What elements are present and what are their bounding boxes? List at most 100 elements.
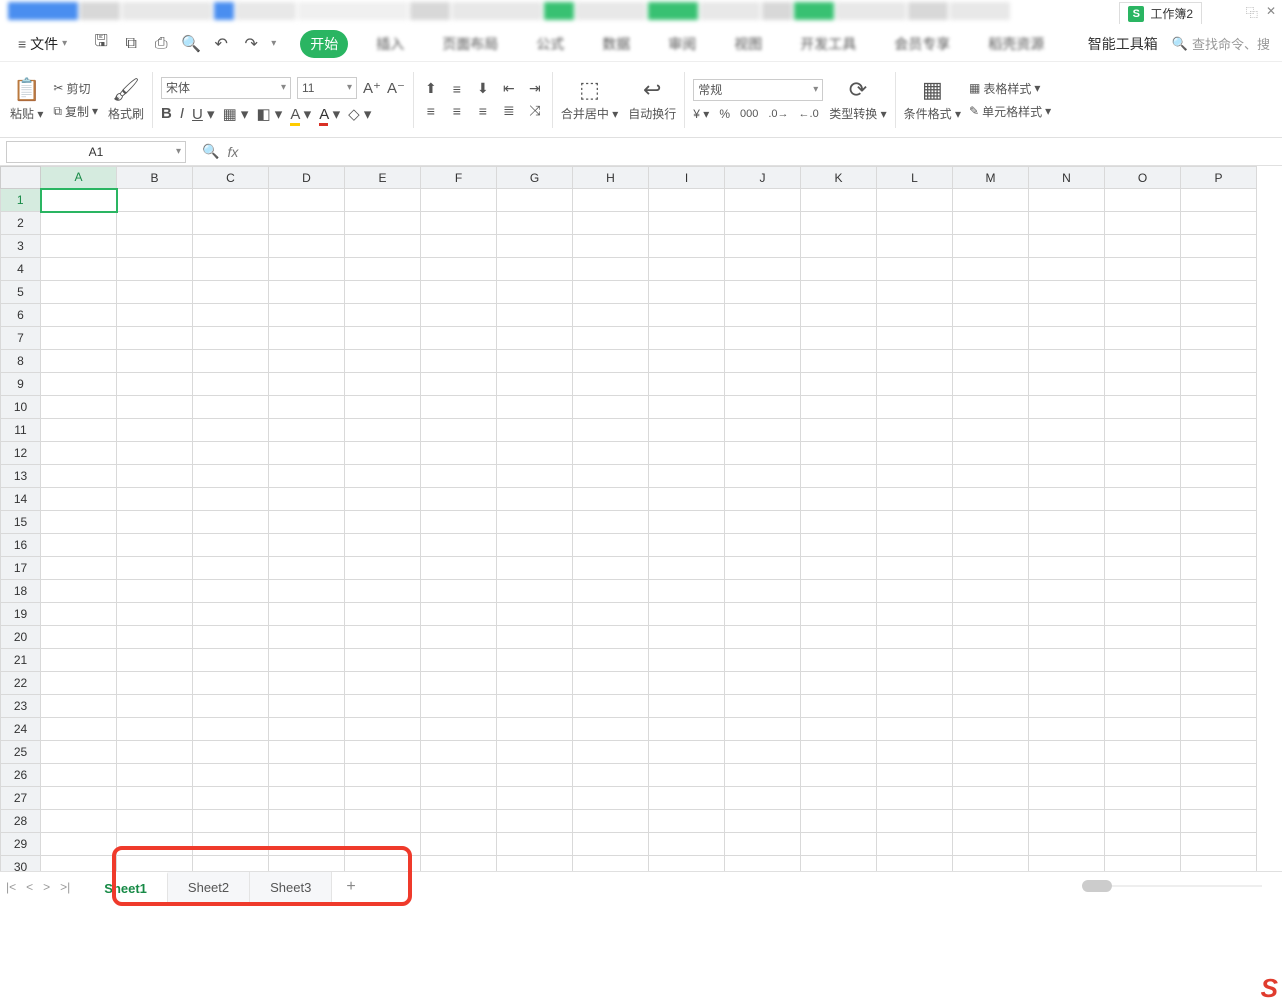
cell[interactable]	[649, 189, 725, 212]
col-header[interactable]: O	[1105, 167, 1181, 189]
cell[interactable]	[1029, 488, 1105, 511]
cell[interactable]	[421, 764, 497, 787]
cell[interactable]	[1029, 764, 1105, 787]
cell[interactable]	[117, 856, 193, 873]
tab-formulas[interactable]: 公式	[526, 30, 574, 58]
number-format-select[interactable]: 常规▾	[693, 79, 823, 101]
cell[interactable]	[421, 189, 497, 212]
cell[interactable]	[345, 396, 421, 419]
cell[interactable]	[1105, 373, 1181, 396]
cell[interactable]	[1181, 235, 1257, 258]
tab-dev-tools[interactable]: 开发工具	[790, 30, 866, 58]
cell[interactable]	[649, 741, 725, 764]
row-header[interactable]: 28	[1, 810, 41, 833]
cell[interactable]	[421, 787, 497, 810]
cell[interactable]	[117, 373, 193, 396]
cell[interactable]	[497, 695, 573, 718]
cell[interactable]	[725, 626, 801, 649]
cell[interactable]	[421, 235, 497, 258]
decrease-indent-icon[interactable]: ⇤	[500, 81, 518, 97]
cell[interactable]	[1029, 534, 1105, 557]
cell[interactable]	[1029, 442, 1105, 465]
cell[interactable]	[193, 626, 269, 649]
cell[interactable]	[41, 810, 117, 833]
increase-indent-icon[interactable]: ⇥	[526, 81, 544, 97]
cell[interactable]	[41, 718, 117, 741]
cell[interactable]	[1105, 787, 1181, 810]
align-middle-icon[interactable]: ≡	[448, 81, 466, 97]
cell[interactable]	[1105, 718, 1181, 741]
row-header[interactable]: 24	[1, 718, 41, 741]
cell[interactable]	[193, 327, 269, 350]
percent-icon[interactable]: %	[719, 107, 730, 121]
cell[interactable]	[421, 396, 497, 419]
cell[interactable]	[649, 603, 725, 626]
cell[interactable]	[649, 856, 725, 873]
row-header[interactable]: 21	[1, 649, 41, 672]
col-header[interactable]: C	[193, 167, 269, 189]
cell[interactable]	[801, 212, 877, 235]
cell[interactable]	[1181, 695, 1257, 718]
italic-icon[interactable]: I	[180, 105, 184, 122]
cell[interactable]	[41, 350, 117, 373]
cell[interactable]	[725, 442, 801, 465]
cell[interactable]	[345, 281, 421, 304]
cell[interactable]	[573, 235, 649, 258]
cell[interactable]	[649, 442, 725, 465]
cell[interactable]	[725, 580, 801, 603]
command-search[interactable]: 🔍 查找命令、搜	[1172, 34, 1270, 53]
cell[interactable]	[1181, 465, 1257, 488]
tab-view[interactable]: 视图	[724, 30, 772, 58]
cell[interactable]	[345, 672, 421, 695]
paste-button[interactable]: 📋 粘贴 ▾	[10, 77, 43, 122]
cell[interactable]	[193, 304, 269, 327]
cell[interactable]	[1181, 488, 1257, 511]
cell[interactable]	[877, 281, 953, 304]
cell[interactable]	[725, 810, 801, 833]
cell[interactable]	[1181, 212, 1257, 235]
cell[interactable]	[193, 649, 269, 672]
cell[interactable]	[41, 511, 117, 534]
cell[interactable]	[1029, 833, 1105, 856]
cell[interactable]	[1181, 810, 1257, 833]
cell[interactable]	[345, 488, 421, 511]
cell[interactable]	[1181, 764, 1257, 787]
cell[interactable]	[269, 304, 345, 327]
cell[interactable]	[193, 235, 269, 258]
cell[interactable]	[269, 327, 345, 350]
cell[interactable]	[269, 212, 345, 235]
col-header[interactable]: B	[117, 167, 193, 189]
cell[interactable]	[1181, 511, 1257, 534]
row-header[interactable]: 29	[1, 833, 41, 856]
cell[interactable]	[117, 534, 193, 557]
clear-format-icon[interactable]: ◇ ▾	[348, 105, 371, 123]
highlight-icon[interactable]: A ▾	[290, 105, 311, 123]
cell[interactable]	[725, 235, 801, 258]
cut-button[interactable]: ✂剪切	[53, 80, 98, 97]
align-bottom-icon[interactable]: ⬇	[474, 81, 492, 97]
cell[interactable]	[497, 304, 573, 327]
add-sheet-button[interactable]: +	[336, 878, 365, 896]
cell[interactable]	[725, 488, 801, 511]
cell[interactable]	[41, 672, 117, 695]
cell[interactable]	[497, 764, 573, 787]
cell[interactable]	[1105, 649, 1181, 672]
cell[interactable]	[801, 695, 877, 718]
cell[interactable]	[117, 327, 193, 350]
cell[interactable]	[649, 557, 725, 580]
cell[interactable]	[345, 810, 421, 833]
sheet-first-icon[interactable]: |<	[6, 880, 16, 894]
cell[interactable]	[953, 534, 1029, 557]
cell[interactable]	[497, 718, 573, 741]
cell[interactable]	[953, 442, 1029, 465]
cell[interactable]	[573, 350, 649, 373]
cell[interactable]	[725, 419, 801, 442]
cell[interactable]	[573, 212, 649, 235]
row-header[interactable]: 10	[1, 396, 41, 419]
cell[interactable]	[877, 258, 953, 281]
col-header[interactable]: N	[1029, 167, 1105, 189]
cell[interactable]	[953, 281, 1029, 304]
cell[interactable]	[117, 465, 193, 488]
row-header[interactable]: 3	[1, 235, 41, 258]
cell[interactable]	[953, 350, 1029, 373]
